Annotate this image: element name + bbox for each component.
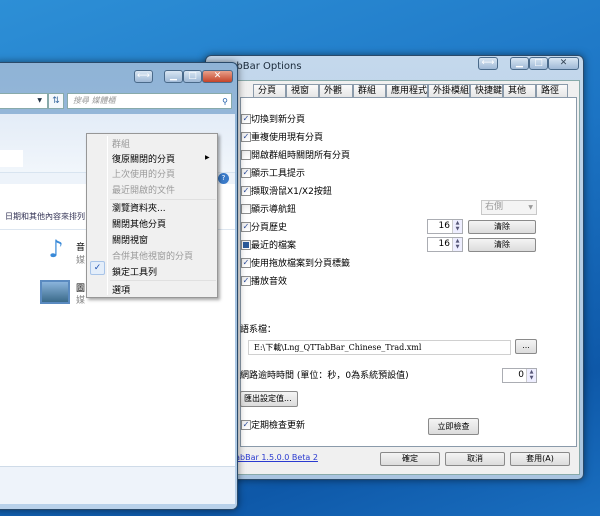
clear-recent-files-button[interactable]: 清除	[468, 238, 536, 252]
menu-separator	[110, 199, 216, 200]
submenu-arrow-icon: ▶	[205, 154, 210, 161]
browse-button[interactable]: ...	[515, 339, 537, 354]
option-checkbox[interactable]: ✓	[241, 276, 251, 286]
timeout-stepper[interactable]: 0 ▲ ▼	[502, 368, 537, 383]
clear-tab-history-button[interactable]: 清除	[468, 220, 536, 234]
header-input[interactable]	[0, 150, 23, 167]
tab-8[interactable]: 路徑	[536, 84, 568, 98]
menu-item[interactable]: 關閉視窗	[112, 233, 148, 246]
option-checkbox[interactable]: ✓	[241, 168, 251, 178]
check-update-checkbox[interactable]: ✓	[241, 420, 251, 430]
menu-item[interactable]: 關閉其他分頁	[112, 217, 166, 230]
nav-position-dropdown[interactable]: 右側 ▼	[481, 200, 537, 215]
option-checkbox[interactable]	[241, 204, 251, 214]
option-label: 分頁歷史	[251, 223, 288, 233]
option-label: 擷取滑鼠X1/X2按鈕	[251, 187, 332, 197]
option-label: 使用拖放檔案到分頁標籤	[251, 259, 351, 269]
music-library-title[interactable]: 音	[76, 240, 85, 253]
option-checkbox[interactable]: ✓	[241, 114, 251, 124]
tab-2[interactable]: 外觀	[319, 84, 353, 98]
option-checkbox[interactable]: ✓	[241, 258, 251, 268]
options-close-button[interactable]: ✕	[548, 57, 579, 70]
pictures-library-icon[interactable]	[40, 280, 70, 304]
search-input[interactable]: 搜尋 媒體櫃 ⚲	[67, 93, 232, 109]
menu-item[interactable]: 鎖定工具列	[112, 265, 157, 278]
pictures-library-sub: 媒	[76, 296, 86, 306]
tab-1[interactable]: 視窗	[286, 84, 319, 98]
option-checkbox[interactable]	[241, 150, 251, 160]
apply-button[interactable]: 套用(A)	[510, 452, 570, 466]
export-settings-button[interactable]: 匯出設定值...	[240, 391, 298, 407]
tab-7[interactable]: 其他	[503, 84, 536, 98]
address-bar[interactable]: ▼	[0, 93, 48, 109]
chevron-down-icon[interactable]: ▼	[37, 97, 42, 104]
option-label: 播放音效	[251, 277, 288, 287]
options-minimize-button[interactable]: ▁	[510, 57, 529, 70]
nav-position-value: 右側	[485, 202, 504, 212]
search-placeholder: 搜尋 媒體櫃	[73, 96, 116, 105]
menu-item: 上次使用的分頁	[112, 170, 176, 180]
menu-gutter	[107, 136, 108, 295]
sort-text: 日期和其他內容來排列	[5, 212, 85, 221]
recent-files-stepper[interactable]: 16 ▲ ▼	[427, 237, 463, 252]
option-label: 切換到新分頁	[251, 115, 306, 125]
timeout-label: 網路逾時時間 (單位：秒，0為系統預設值)	[240, 371, 409, 381]
options-resize-button[interactable]: ⟷	[478, 57, 498, 70]
option-checkbox[interactable]	[241, 240, 251, 250]
menu-item[interactable]: 瀏覽資料夾...	[112, 201, 166, 214]
spin-arrows-icon[interactable]: ▲ ▼	[452, 220, 462, 233]
help-icon[interactable]: ?	[218, 173, 229, 184]
option-checkbox[interactable]: ✓	[241, 222, 251, 232]
menu-item: 群組	[112, 140, 131, 150]
search-icon[interactable]: ⚲	[222, 95, 228, 109]
checkmark-icon: ✓	[90, 261, 105, 275]
menu-separator	[110, 280, 216, 281]
menu-item[interactable]: 復原關閉的分頁	[112, 152, 175, 165]
options-maximize-button[interactable]: □	[529, 57, 548, 70]
tab-history-stepper[interactable]: 16 ▲ ▼	[427, 219, 463, 234]
timeout-value: 0	[518, 370, 524, 380]
check-update-label: 定期檢查更新	[251, 421, 306, 431]
details-pane	[0, 466, 235, 504]
menu-item[interactable]: 選項	[112, 283, 130, 296]
music-library-sub: 媒	[76, 256, 86, 266]
lang-file-input[interactable]: E:\下載\Lng_QTTabBar_Chinese_Trad.xml	[248, 340, 511, 355]
spin-arrows-icon[interactable]: ▲ ▼	[452, 238, 462, 251]
tab-0[interactable]: 分頁	[253, 84, 286, 98]
version-link[interactable]: tabBar 1.5.0.0 Beta 2	[232, 453, 318, 462]
explorer-resize-button[interactable]: ⟷	[134, 70, 153, 83]
menu-item: 最近開啟的文件	[112, 186, 176, 196]
chevron-down-icon: ▼	[528, 204, 533, 211]
option-label: 顯示導航鈕	[251, 205, 297, 215]
option-checkbox[interactable]: ✓	[241, 132, 251, 142]
music-library-icon[interactable]: ♪	[40, 236, 72, 266]
spin-arrows-icon[interactable]: ▲ ▼	[526, 369, 536, 382]
option-checkbox[interactable]: ✓	[241, 186, 251, 196]
lang-file-label: 語系檔：	[240, 325, 277, 335]
option-label: 重複使用現有分頁	[251, 133, 324, 143]
tab-5[interactable]: 外掛模組	[428, 84, 470, 98]
explorer-minimize-button[interactable]: ▁	[164, 70, 183, 83]
refresh-icon[interactable]: ⇅	[48, 93, 64, 109]
option-label: 開啟群組時關閉所有分頁	[251, 151, 351, 161]
tab-6[interactable]: 快捷鍵	[470, 84, 503, 98]
option-label: 顯示工具提示	[251, 169, 306, 179]
tab-history-value: 16	[438, 221, 450, 231]
explorer-close-button[interactable]: ✕	[202, 70, 233, 83]
tab-3[interactable]: 群組	[353, 84, 386, 98]
cancel-button[interactable]: 取消	[445, 452, 505, 466]
menu-item: 合併其他視窗的分頁	[112, 252, 194, 262]
tab-4[interactable]: 應用程式	[386, 84, 428, 98]
recent-files-value: 16	[438, 239, 450, 249]
context-menu: ✓ ▶ 群組復原關閉的分頁 上次使用的分頁 最近開啟的文件 瀏覽資料夾... 關閉其他分…	[86, 133, 218, 298]
explorer-maximize-button[interactable]: □	[183, 70, 202, 83]
ok-button[interactable]: 確定	[380, 452, 440, 466]
check-now-button[interactable]: 立即檢查	[428, 418, 479, 435]
option-label: 最近的檔案	[251, 241, 297, 251]
